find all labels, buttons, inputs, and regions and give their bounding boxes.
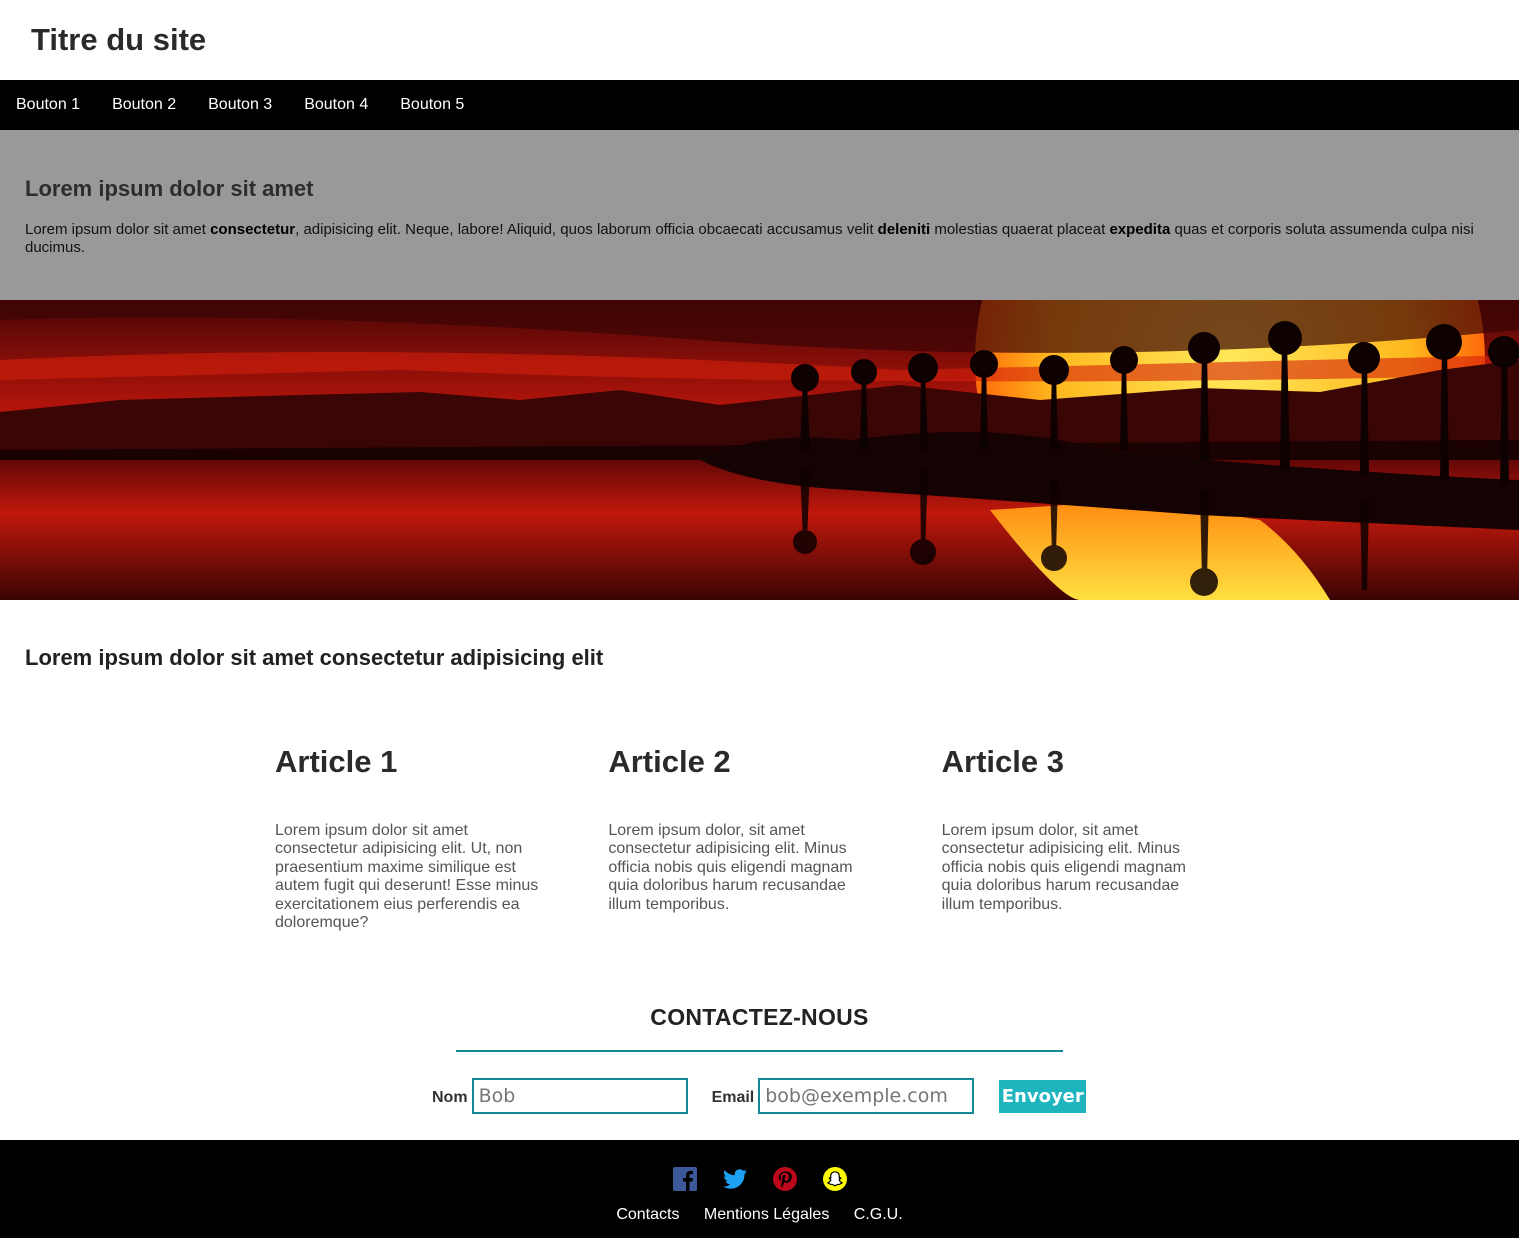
intro-section: Lorem ipsum dolor sit amet Lorem ipsum d… <box>0 130 1519 300</box>
nav-button-3[interactable]: Bouton 3 <box>208 96 272 114</box>
main-nav: Bouton 1 Bouton 2 Bouton 3 Bouton 4 Bout… <box>0 80 1519 130</box>
facebook-icon[interactable] <box>672 1166 698 1192</box>
articles-row: Article 1 Lorem ipsum dolor sit amet con… <box>275 744 1275 932</box>
article-text: Lorem ipsum dolor, sit amet consectetur … <box>608 822 853 913</box>
article-title: Article 3 <box>941 744 1064 779</box>
twitter-icon[interactable] <box>722 1166 748 1192</box>
footer-link-legal[interactable]: Mentions Légales <box>704 1206 829 1223</box>
article-title: Article 1 <box>275 744 398 779</box>
footer-link-cgu[interactable]: C.G.U. <box>854 1206 903 1223</box>
article-title: Article 2 <box>608 744 731 779</box>
snapchat-icon[interactable] <box>822 1166 848 1192</box>
email-label: Email <box>711 1089 755 1106</box>
intro-heading: Lorem ipsum dolor sit amet <box>25 176 314 201</box>
section-title: Lorem ipsum dolor sit amet consectetur a… <box>25 645 604 670</box>
article-text: Lorem ipsum dolor sit amet consectetur a… <box>275 822 539 932</box>
name-input[interactable] <box>471 1078 688 1114</box>
nav-button-5[interactable]: Bouton 5 <box>400 96 464 114</box>
name-label: Nom <box>432 1089 468 1106</box>
contact-title: CONTACTEZ-NOUS <box>650 1004 869 1030</box>
sunset-banner-image <box>0 300 1519 600</box>
send-button[interactable]: Envoyer <box>999 1079 1087 1113</box>
contact-form: Nom Email Envoyer <box>432 1078 1087 1114</box>
email-input[interactable] <box>758 1078 975 1114</box>
intro-text: Lorem ipsum dolor sit amet consectetur, … <box>25 221 1474 256</box>
article-card: Article 2 Lorem ipsum dolor, sit amet co… <box>608 744 941 932</box>
site-title: Titre du site <box>31 22 207 57</box>
site-header: Titre du site <box>0 0 1519 80</box>
nav-button-2[interactable]: Bouton 2 <box>112 96 176 114</box>
footer-link-contacts[interactable]: Contacts <box>616 1206 679 1223</box>
article-card: Article 3 Lorem ipsum dolor, sit amet co… <box>942 744 1275 932</box>
nav-button-1[interactable]: Bouton 1 <box>16 96 80 114</box>
social-links <box>672 1166 872 1192</box>
footer-links: Contacts Mentions Légales C.G.U. <box>0 1206 1519 1224</box>
article-text: Lorem ipsum dolor, sit amet consectetur … <box>941 822 1186 913</box>
site-footer: Contacts Mentions Légales C.G.U. <box>0 1140 1519 1238</box>
article-card: Article 1 Lorem ipsum dolor sit amet con… <box>275 744 608 932</box>
pinterest-icon[interactable] <box>772 1166 798 1192</box>
contact-divider <box>456 1050 1063 1052</box>
nav-button-4[interactable]: Bouton 4 <box>304 96 368 114</box>
